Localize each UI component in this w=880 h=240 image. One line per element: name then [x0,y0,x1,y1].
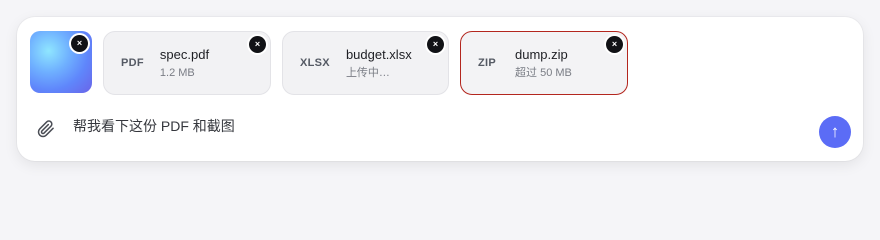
file-size: 1.2 MB [159,66,195,79]
file-attachment-budget[interactable]: XLSX budget.xlsx 上传中… × [282,31,449,95]
remove-file-close-icon[interactable]: × [427,36,444,53]
file-attachment-dump-error[interactable]: ZIP dump.zip 超过 50 MB × [460,31,628,95]
remove-image-close-icon[interactable]: × [71,35,88,52]
file-name: dump.zip [515,46,568,62]
file-type-label: PDF [121,57,144,69]
file-type-label: XLSX [300,57,330,69]
message-input[interactable] [73,116,793,136]
remove-file-close-icon[interactable]: × [606,36,623,53]
error-message: 超过 50 MB [515,66,572,79]
file-name: budget.xlsx [345,46,412,62]
file-type-label: ZIP [478,57,497,69]
upload-status: 上传中… [345,66,390,79]
remove-file-close-icon[interactable]: × [249,36,266,53]
file-attachment-spec[interactable]: PDF spec.pdf 1.2 MB × [103,31,271,95]
send-arrow-up-icon[interactable]: ↑ [819,116,851,148]
image-attachment-thumbnail[interactable]: × [30,31,92,93]
file-name: spec.pdf [159,46,210,62]
message-composer: × PDF spec.pdf 1.2 MB × XLSX budget.xlsx… [17,17,863,161]
attachment-tray: × PDF spec.pdf 1.2 MB × XLSX budget.xlsx… [30,31,628,95]
paperclip-icon[interactable] [37,120,55,138]
